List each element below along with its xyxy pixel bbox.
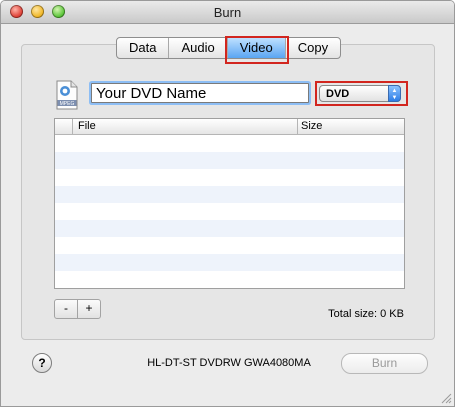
tab-video[interactable]: Video [227, 38, 286, 58]
table-row [55, 169, 404, 186]
column-separator [297, 119, 298, 134]
resize-grip-icon[interactable] [441, 393, 452, 404]
table-row [55, 254, 404, 271]
table-row [55, 203, 404, 220]
format-popup-value: DVD [326, 88, 350, 100]
mpeg-file-icon: MPEG [56, 80, 78, 110]
tab-audio[interactable]: Audio [169, 38, 228, 58]
file-table[interactable]: File Size [54, 118, 405, 289]
add-file-button[interactable]: + [78, 300, 100, 318]
column-header-size[interactable]: Size [301, 120, 322, 132]
burn-window: Burn Data Audio Video Copy MPEG Your DVD… [0, 0, 455, 407]
title-bar: Burn [1, 1, 454, 24]
tab-bar: Data Audio Video Copy [116, 37, 342, 59]
mpeg-icon-label: MPEG [60, 101, 75, 107]
table-row [55, 152, 404, 169]
popup-arrows-icon: ▲ ▼ [388, 85, 401, 102]
tab-copy[interactable]: Copy [286, 38, 340, 58]
disc-name-input[interactable]: Your DVD Name [91, 83, 309, 103]
total-size-label: Total size: 0 KB [328, 308, 404, 320]
add-remove-control: - + [54, 299, 101, 319]
table-row [55, 135, 404, 152]
burn-button[interactable]: Burn [341, 353, 428, 374]
remove-file-button[interactable]: - [55, 300, 78, 318]
column-separator [72, 119, 73, 134]
table-row [55, 237, 404, 254]
table-row [55, 186, 404, 203]
tab-data[interactable]: Data [117, 38, 170, 58]
window-title: Burn [213, 5, 242, 20]
format-popup[interactable]: DVD ▲ ▼ [319, 85, 401, 102]
file-table-header: File Size [55, 119, 404, 135]
table-row [55, 271, 404, 288]
column-header-file[interactable]: File [78, 120, 96, 132]
device-name-text: HL-DT-ST DVDRW GWA4080MA [147, 357, 311, 369]
table-row [55, 220, 404, 237]
